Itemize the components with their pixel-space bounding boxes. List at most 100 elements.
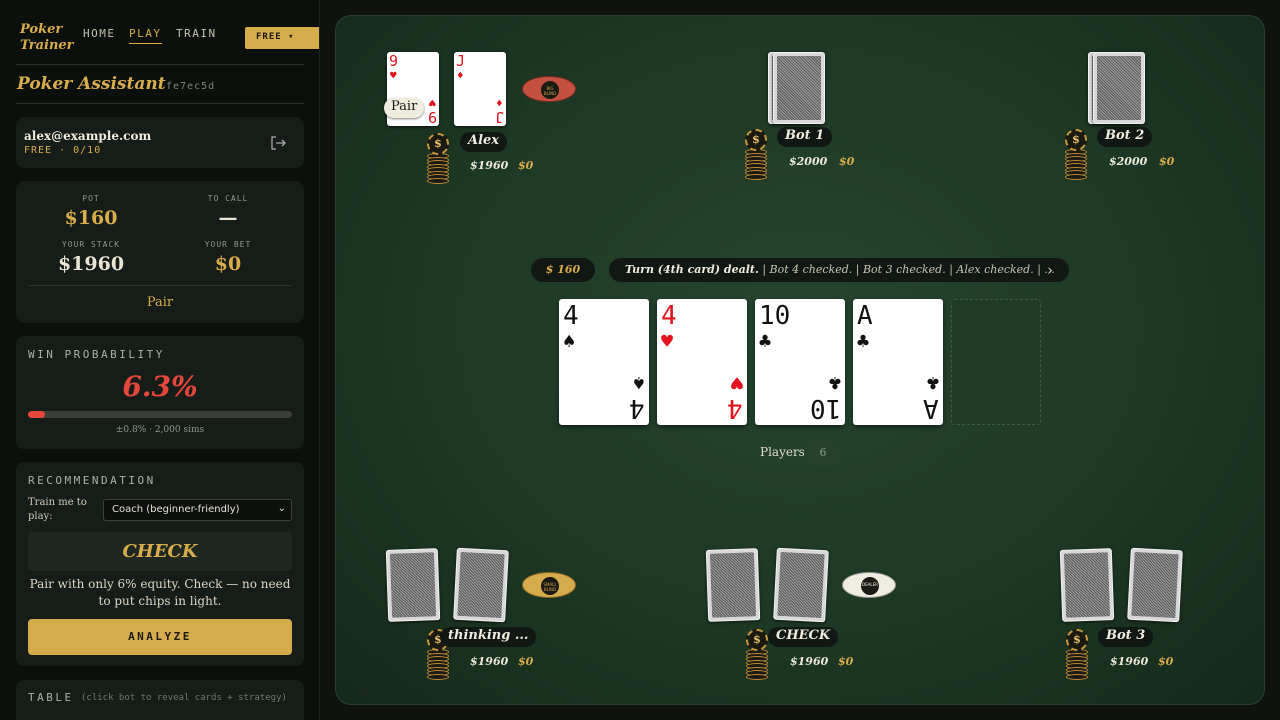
card-back xyxy=(773,547,829,623)
chip xyxy=(427,177,449,184)
seat-bot1-name[interactable]: Bot 1 xyxy=(777,127,833,147)
seat-bot3-bet: $0 xyxy=(1158,655,1174,668)
seat-bot2-bet: $0 xyxy=(1159,155,1175,168)
your-bet-label: YOUR BET xyxy=(204,240,252,249)
chip-icon: $ xyxy=(1065,129,1087,151)
players-count[interactable]: 6 xyxy=(806,441,840,465)
page-title: Poker Assistant xyxy=(17,74,166,94)
divider xyxy=(16,103,304,104)
seat-sb-bet: $0 xyxy=(518,655,534,668)
session-id: fe7ec5d xyxy=(166,81,216,92)
win-probability-value: 6.3% xyxy=(122,370,198,403)
recommendation-panel: RECOMMENDATION Train me to play: Coach (… xyxy=(16,462,304,666)
card-back xyxy=(1093,52,1145,124)
nav-play[interactable]: PLAY xyxy=(129,27,162,44)
seat-dealer-bet: $0 xyxy=(838,655,854,668)
table-panel: TABLE (click bot to reveal cards + strat… xyxy=(16,680,304,720)
action-log[interactable]: Turn (4th card) dealt. | Bot 4 checked. … xyxy=(609,258,1069,282)
sidebar: Poker Trainer HOME PLAY TRAIN FREE ▾ Poke… xyxy=(0,0,320,720)
seat-sb-status[interactable]: thinking ... xyxy=(440,627,537,647)
river-card-slot xyxy=(951,299,1041,425)
seat-bot1-bet: $0 xyxy=(839,155,855,168)
hand-strength: Pair xyxy=(146,295,174,310)
app-logo[interactable]: Poker Trainer xyxy=(20,22,74,54)
chip xyxy=(745,173,767,180)
train-label: Train me to play: xyxy=(28,497,87,522)
card-back xyxy=(385,548,441,622)
card-back xyxy=(1059,548,1115,622)
community-card: 4 ♥ ♥ 4 xyxy=(657,299,747,425)
win-probability-label: WIN PROBABILITY xyxy=(28,348,165,361)
seat-dealer-stack: $1960 xyxy=(790,655,829,668)
account-email: alex@example.com xyxy=(24,129,152,143)
seat-bot3-name[interactable]: Bot 3 xyxy=(1098,627,1154,647)
community-card: 10 ♣ ♣ 10 xyxy=(755,299,845,425)
table-section-label: TABLE xyxy=(28,691,74,704)
card-back xyxy=(1127,547,1183,623)
recommendation-explanation: Pair with only 6% equity. Check — no nee… xyxy=(29,577,291,608)
seat-bot3-stack: $1960 xyxy=(1110,655,1149,668)
community-card: 4 ♠ ♠ 4 xyxy=(559,299,649,425)
account-plan: FREE · 0/10 xyxy=(24,145,102,156)
nav-home[interactable]: HOME xyxy=(83,27,116,40)
poker-table: 9 ♥ ♥ 9 J ♦ ♦ J Pair BIG BLIND $ Alex $1… xyxy=(335,15,1265,705)
pot-label: POT xyxy=(82,194,100,203)
card-back xyxy=(773,52,825,124)
nav-train[interactable]: TRAIN xyxy=(176,27,217,40)
bot3-chip-stack: $ xyxy=(1066,629,1088,680)
action-log-latest: Turn (4th card) dealt. xyxy=(625,263,759,276)
stack-label: YOUR STACK xyxy=(61,240,121,249)
chip xyxy=(1065,173,1087,180)
chip xyxy=(427,673,449,680)
small-blind-puck: SMALL BLIND xyxy=(522,572,576,598)
seat-bot1-stack: $2000 xyxy=(789,155,828,168)
your-bet-value: $0 xyxy=(214,253,242,275)
big-blind-puck: BIG BLIND xyxy=(522,76,576,102)
seat-alex-stack: $1960 xyxy=(470,159,509,172)
win-probability-fill xyxy=(28,411,45,418)
pot-value: $160 xyxy=(64,207,118,229)
bot2-chip-stack: $ xyxy=(1065,129,1087,180)
to-call-label: TO CALL xyxy=(207,194,249,203)
stack-value: $1960 xyxy=(57,253,125,275)
bot1-chip-stack: $ xyxy=(745,129,767,180)
card-back xyxy=(705,548,761,622)
seat-sb-stack: $1960 xyxy=(470,655,509,668)
action-log-history: | Bot 4 checked. | Bot 3 checked. | Alex… xyxy=(758,263,1055,276)
win-probability-detail: ±0.8% · 2,000 sims xyxy=(115,425,205,435)
players-label: Players xyxy=(760,445,805,459)
chip-icon: $ xyxy=(746,629,768,651)
plan-button[interactable]: FREE ▾ xyxy=(245,27,319,49)
chip-icon: $ xyxy=(1066,629,1088,651)
seat-alex-bet: $0 xyxy=(518,159,534,172)
seat-bot2-stack: $2000 xyxy=(1109,155,1148,168)
community-card: A ♣ ♣ A xyxy=(853,299,943,425)
hero-card-2: J ♦ ♦ J xyxy=(454,52,506,126)
logout-icon[interactable] xyxy=(270,135,286,150)
to-call-value: — xyxy=(218,207,238,229)
chip xyxy=(746,673,768,680)
alex-chip-stack: $ xyxy=(427,133,449,184)
table-section-hint: (click bot to reveal cards + strategy) xyxy=(81,693,287,703)
recommendation-label: RECOMMENDATION xyxy=(28,474,156,487)
win-probability-bar xyxy=(28,411,292,418)
seat-dealer-status[interactable]: CHECK xyxy=(768,627,839,647)
divider xyxy=(16,64,304,65)
account-panel: alex@example.com FREE · 0/10 xyxy=(16,117,304,168)
divider xyxy=(28,285,292,286)
chip-icon: $ xyxy=(745,129,767,151)
hero-hand-badge: Pair xyxy=(384,98,425,118)
analyze-button[interactable]: ANALYZE xyxy=(28,619,292,655)
card-back xyxy=(453,547,509,623)
dealer-button: DEALER xyxy=(842,572,896,598)
mode-select[interactable]: Coach (beginner-friendly) ⌄ xyxy=(103,499,292,521)
stats-panel: POT $160 TO CALL — YOUR STACK $1960 YOUR… xyxy=(16,181,304,323)
win-probability-panel: WIN PROBABILITY 6.3% ±0.8% · 2,000 sims xyxy=(16,336,304,449)
chip-icon: $ xyxy=(427,133,449,155)
chevron-right-icon[interactable]: › xyxy=(1047,262,1063,278)
chip xyxy=(1066,673,1088,680)
chevron-down-icon: ⌄ xyxy=(277,503,286,514)
seat-bot2-name[interactable]: Bot 2 xyxy=(1097,127,1153,147)
recommended-action: CHECK xyxy=(28,532,292,571)
dealer-chip-stack: $ xyxy=(746,629,768,680)
